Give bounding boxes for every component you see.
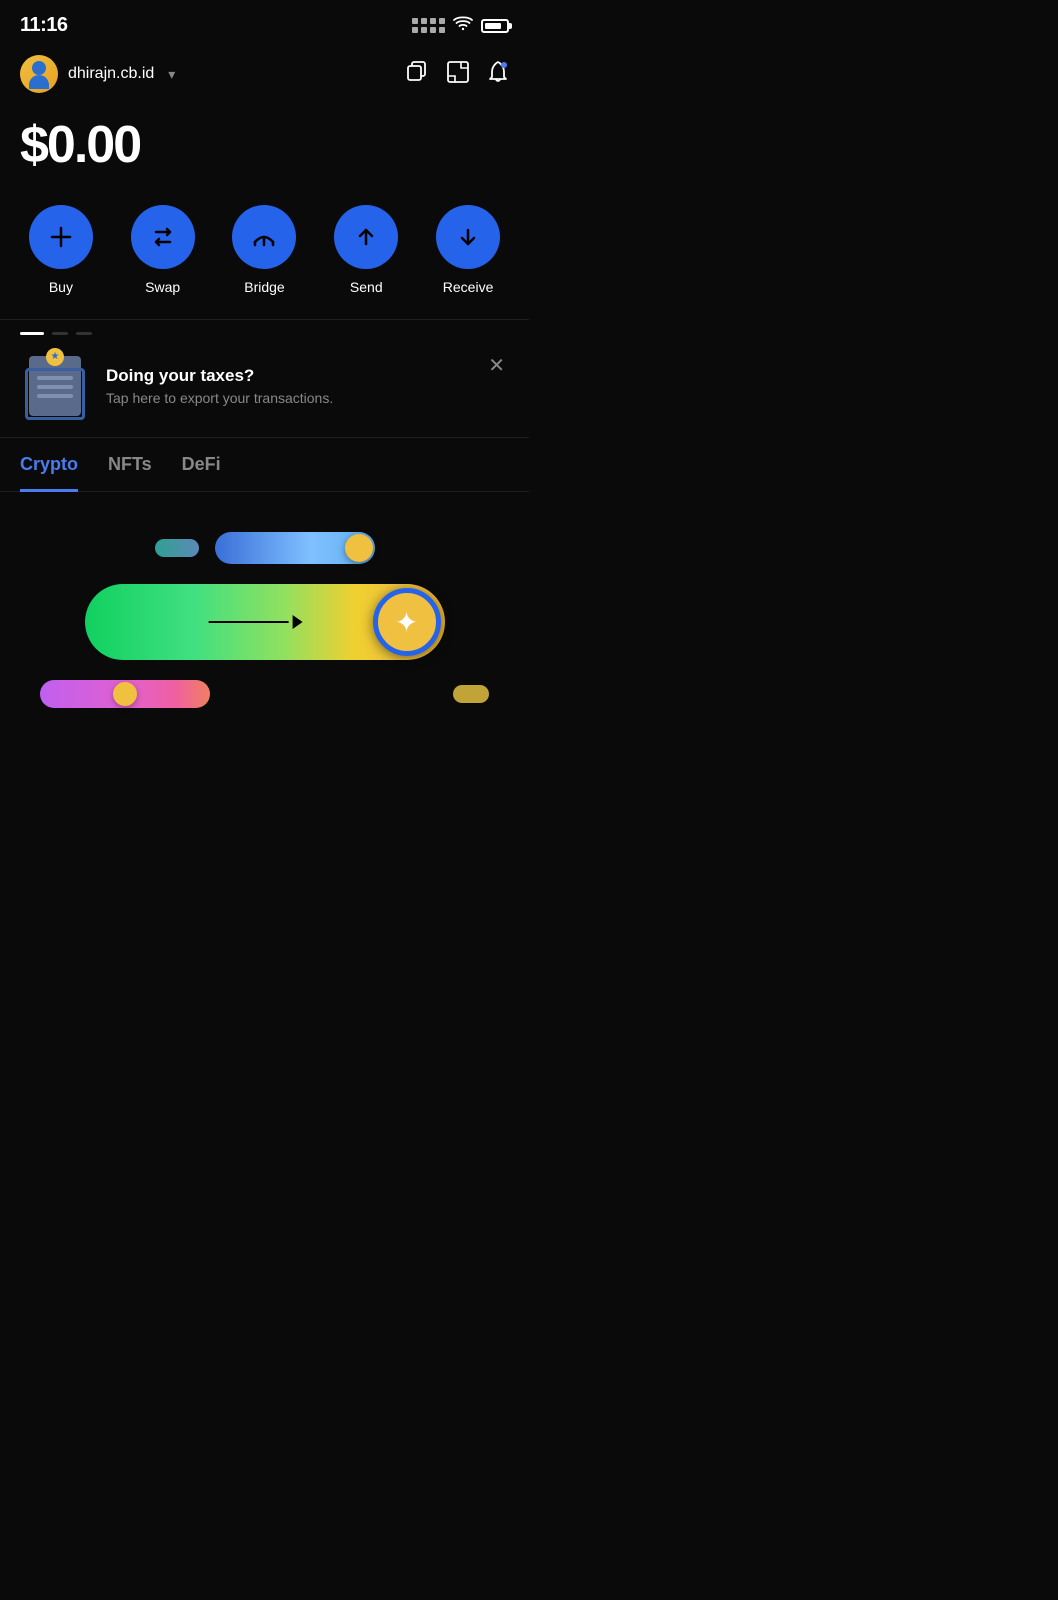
tax-icon: [20, 351, 90, 421]
avatar: [20, 55, 58, 93]
banner-close-button[interactable]: ✕: [484, 349, 509, 382]
balance-section: $0.00: [0, 105, 529, 195]
small-pill-right: [453, 685, 489, 703]
buy-button[interactable]: [29, 205, 93, 269]
send-label: Send: [350, 279, 383, 295]
carousel-dots: [0, 320, 529, 335]
main-slider[interactable]: ✦: [85, 584, 445, 660]
status-time: 11:16: [20, 14, 68, 37]
tabs-section: Crypto NFTs DeFi: [0, 438, 529, 492]
header: dhirajn.cb.id ▾: [0, 45, 529, 105]
status-bar: 11:16: [0, 0, 529, 45]
battery-icon: [481, 19, 509, 33]
banner-content: Doing your taxes? Tap here to export you…: [106, 366, 468, 406]
receive-action[interactable]: Receive: [436, 205, 500, 295]
swap-label: Swap: [145, 279, 180, 295]
tab-defi[interactable]: DeFi: [182, 454, 221, 492]
expand-icon[interactable]: [447, 61, 469, 88]
top-slider-track[interactable]: [215, 532, 375, 564]
buy-action[interactable]: Buy: [29, 205, 93, 295]
bridge-label: Bridge: [244, 279, 284, 295]
receive-button[interactable]: [436, 205, 500, 269]
top-slider-thumb: [345, 534, 373, 562]
bottom-slider-thumb: [113, 682, 137, 706]
sliders-section: ✦: [0, 492, 529, 738]
buy-label: Buy: [49, 279, 73, 295]
star-icon: ✦: [395, 606, 418, 639]
wifi-icon: [453, 15, 473, 36]
banner-subtitle: Tap here to export your transactions.: [106, 390, 468, 406]
small-pill-left: [155, 539, 199, 557]
chevron-down-icon[interactable]: ▾: [168, 66, 175, 83]
swap-button[interactable]: [131, 205, 195, 269]
tab-crypto[interactable]: Crypto: [20, 454, 78, 492]
top-slider-row: [20, 532, 509, 564]
bottom-slider-row: [20, 680, 509, 708]
tab-nfts[interactable]: NFTs: [108, 454, 152, 492]
send-action[interactable]: Send: [334, 205, 398, 295]
bridge-button[interactable]: [232, 205, 296, 269]
bridge-action[interactable]: Bridge: [232, 205, 296, 295]
balance-amount: $0.00: [20, 115, 509, 175]
username-label: dhirajn.cb.id: [68, 65, 154, 83]
main-slider-thumb: ✦: [373, 588, 441, 656]
slider-arrow-icon: [208, 615, 302, 629]
status-icons: [412, 15, 509, 36]
send-button[interactable]: [334, 205, 398, 269]
actions-section: Buy Swap Bridge S: [0, 195, 529, 319]
signal-icon: [412, 18, 445, 33]
notification-icon[interactable]: [487, 60, 509, 89]
bottom-slider-track[interactable]: [40, 680, 210, 708]
header-icons: [407, 60, 509, 89]
profile-section[interactable]: dhirajn.cb.id ▾: [20, 55, 175, 93]
tax-banner[interactable]: Doing your taxes? Tap here to export you…: [0, 335, 529, 438]
copy-icon[interactable]: [407, 61, 429, 88]
tax-document-icon: [29, 356, 81, 416]
banner-title: Doing your taxes?: [106, 366, 468, 386]
receive-label: Receive: [443, 279, 494, 295]
swap-action[interactable]: Swap: [131, 205, 195, 295]
